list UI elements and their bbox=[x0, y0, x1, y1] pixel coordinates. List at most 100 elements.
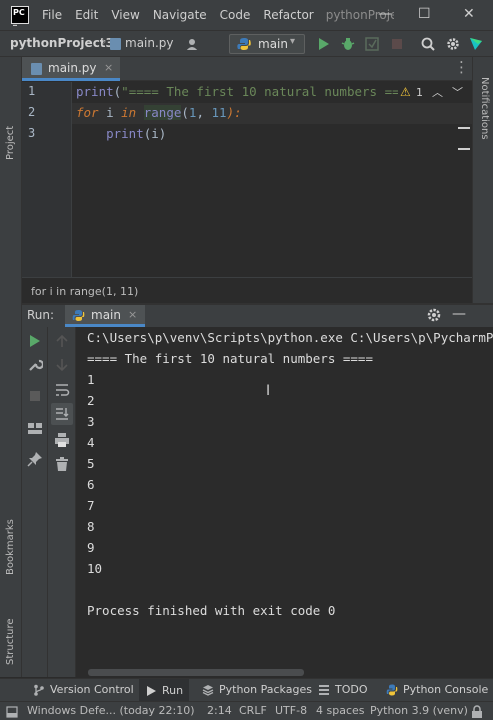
coverage-icon[interactable] bbox=[365, 37, 379, 51]
breadcrumb-file[interactable]: main.py bbox=[125, 36, 174, 50]
token-builtin: print bbox=[76, 84, 114, 99]
close-tab-icon[interactable]: × bbox=[104, 61, 113, 74]
version-control-tool-button[interactable]: Version Control bbox=[33, 683, 134, 696]
jetbrains-ai-icon[interactable] bbox=[469, 37, 483, 51]
pycharm-logo-icon[interactable]: PC _ bbox=[11, 6, 29, 26]
layout-icon[interactable] bbox=[27, 420, 43, 436]
menu-view[interactable]: View bbox=[111, 8, 139, 22]
chevron-down-icon: ▾ bbox=[290, 36, 296, 47]
tool-button-label: Run bbox=[162, 684, 184, 697]
console-line: 9 bbox=[87, 540, 95, 555]
console-line: 1 bbox=[87, 372, 95, 387]
pin-icon[interactable] bbox=[27, 451, 43, 467]
menu-edit[interactable]: Edit bbox=[75, 8, 98, 22]
breadcrumb-project[interactable]: pythonProject3 bbox=[10, 36, 114, 50]
code-line-1[interactable]: print("==== The first 10 natural numbers… bbox=[76, 84, 430, 99]
indent-setting[interactable]: 4 spaces bbox=[316, 704, 365, 717]
editor-tab-label: main.py bbox=[48, 61, 97, 75]
breadcrumb-separator: › bbox=[101, 34, 107, 50]
warning-count: 1 bbox=[416, 86, 423, 99]
user-dropdown-icon[interactable] bbox=[186, 38, 198, 50]
lock-icon[interactable] bbox=[470, 705, 484, 719]
python-interpreter[interactable]: Python 3.9 (venv) bbox=[370, 704, 468, 717]
menu-code[interactable]: Code bbox=[220, 8, 251, 22]
scroll-to-end-toggle[interactable] bbox=[51, 403, 73, 425]
token-args: (i) bbox=[143, 126, 167, 141]
menu-refactor[interactable]: Refactor bbox=[263, 8, 313, 22]
bookmarks-tool-button[interactable]: Bookmarks bbox=[5, 519, 16, 575]
error-stripe-mark[interactable] bbox=[458, 148, 470, 150]
structure-tool-button[interactable]: Structure bbox=[5, 618, 16, 665]
line-number: 1 bbox=[28, 84, 36, 98]
hide-panel-button[interactable]: — bbox=[452, 306, 466, 322]
chevron-down-icon[interactable]: ﹀ bbox=[452, 84, 463, 100]
line-separator[interactable]: CRLF bbox=[239, 704, 267, 717]
trash-icon[interactable] bbox=[54, 456, 70, 472]
warning-icon: ⚠ bbox=[400, 85, 411, 99]
console-line: 10 bbox=[87, 561, 103, 576]
arrow-up-icon[interactable] bbox=[54, 333, 70, 349]
run-panel-title: Run: bbox=[27, 308, 55, 322]
stop-icon[interactable] bbox=[390, 37, 404, 51]
print-icon[interactable] bbox=[54, 432, 70, 448]
run-config-label: main bbox=[258, 37, 288, 51]
run-panel-header: Run: main × — bbox=[22, 305, 493, 327]
gear-icon[interactable] bbox=[426, 307, 442, 323]
close-tab-icon[interactable]: × bbox=[128, 308, 137, 321]
editor-tab-main-py[interactable]: main.py × bbox=[22, 57, 120, 81]
run-tool-button[interactable]: Run bbox=[139, 679, 190, 702]
caret-position[interactable]: 2:14 bbox=[207, 704, 232, 717]
run-console-output[interactable]: C:\Users\p\venv\Scripts\python.exe C:\Us… bbox=[77, 327, 493, 677]
status-message[interactable]: Windows Defe... (today 22:10) bbox=[27, 704, 195, 717]
run-config-selector[interactable]: main ▾ bbox=[229, 34, 305, 54]
minimize-button[interactable]: — bbox=[378, 6, 392, 22]
menu-file[interactable]: File bbox=[42, 8, 62, 22]
wrench-icon[interactable] bbox=[27, 357, 43, 373]
left-tool-stripe: Project Bookmarks Structure bbox=[0, 57, 22, 677]
console-line: 3 bbox=[87, 414, 95, 429]
rerun-icon[interactable] bbox=[27, 333, 43, 349]
console-line: Process finished with exit code 0 bbox=[87, 603, 336, 618]
right-tool-stripe: Notifications bbox=[472, 57, 493, 305]
token-keyword: in bbox=[121, 105, 137, 120]
chevron-up-icon[interactable]: ︿ bbox=[432, 84, 443, 100]
close-window-button[interactable]: ✕ bbox=[463, 6, 475, 22]
panel-toggle-icon[interactable] bbox=[6, 706, 18, 718]
debug-icon[interactable] bbox=[341, 37, 355, 51]
console-line: 7 bbox=[87, 498, 95, 513]
console-line: ==== The first 10 natural numbers ==== bbox=[87, 351, 373, 366]
stop-icon[interactable] bbox=[27, 388, 43, 404]
run-icon[interactable] bbox=[317, 37, 331, 51]
code-breadcrumb[interactable]: for i in range(1, 11) bbox=[31, 285, 138, 298]
token-comma: , bbox=[196, 105, 212, 120]
horizontal-scrollbar[interactable] bbox=[88, 669, 304, 676]
run-tab-main[interactable]: main × bbox=[65, 305, 145, 327]
tool-button-label: Python Packages bbox=[219, 683, 312, 696]
editor-tab-bar: main.py × ⋮ bbox=[22, 57, 472, 81]
arrow-down-icon[interactable] bbox=[54, 357, 70, 373]
maximize-button[interactable]: ☐ bbox=[418, 6, 431, 22]
python-console-tool-button[interactable]: Python Console bbox=[386, 683, 488, 696]
notifications-tool-button[interactable]: Notifications bbox=[479, 77, 490, 140]
code-editor[interactable]: print ("==== The first 10 natural numbers… bbox=[72, 82, 472, 277]
gear-icon[interactable] bbox=[446, 37, 460, 51]
more-icon[interactable]: ⋮ bbox=[454, 58, 469, 76]
line-number-gutter: 1 2 3 bbox=[22, 82, 72, 277]
error-stripe-mark[interactable] bbox=[458, 127, 470, 129]
file-encoding[interactable]: UTF-8 bbox=[275, 704, 307, 717]
token-variable: i bbox=[98, 105, 122, 120]
inspection-widget[interactable]: ⚠ 1 ︿ ﹀ bbox=[398, 84, 472, 102]
search-icon[interactable] bbox=[421, 37, 435, 51]
code-line-3[interactable]: print(i) bbox=[76, 126, 166, 141]
console-line: 5 bbox=[87, 456, 95, 471]
project-tool-button[interactable]: Project bbox=[5, 126, 16, 160]
tool-button-label: TODO bbox=[335, 683, 368, 696]
menu-navigate[interactable]: Navigate bbox=[153, 8, 207, 22]
console-line: 6 bbox=[87, 477, 95, 492]
code-line-2[interactable]: for i in range(1, 11): bbox=[76, 105, 242, 120]
python-packages-tool-button[interactable]: Python Packages bbox=[202, 683, 312, 696]
todo-tool-button[interactable]: TODO bbox=[318, 683, 368, 696]
list-icon bbox=[319, 684, 329, 695]
soft-wrap-icon[interactable] bbox=[54, 382, 70, 398]
